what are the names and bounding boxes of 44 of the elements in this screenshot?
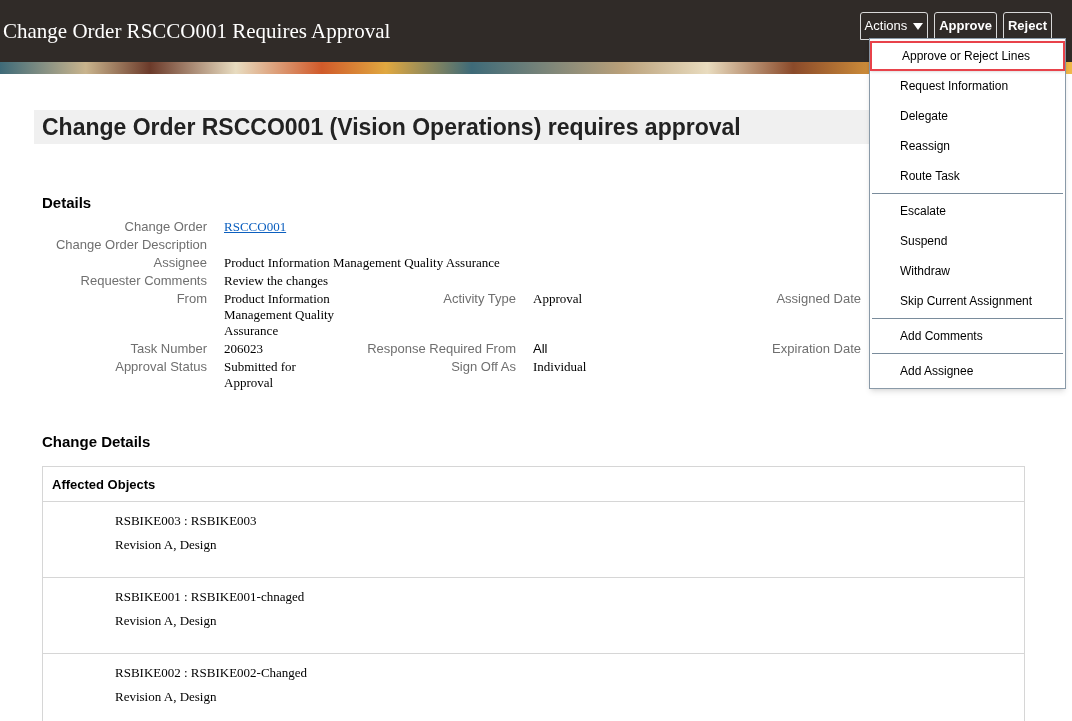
field-label: Response Required From bbox=[366, 340, 516, 358]
menu-item[interactable]: Escalate bbox=[870, 196, 1065, 226]
field-value: Approval bbox=[533, 290, 583, 308]
menu-item[interactable]: Request Information bbox=[870, 71, 1065, 101]
change-order-link[interactable]: RSCCO001 bbox=[224, 218, 287, 237]
menu-item[interactable]: Add Assignee bbox=[870, 356, 1065, 386]
menu-item[interactable]: Skip Current Assignment bbox=[870, 286, 1065, 316]
field-value: 206023 bbox=[224, 340, 263, 358]
menu-item[interactable]: Withdraw bbox=[870, 256, 1065, 286]
section-heading: Change Details bbox=[42, 431, 151, 452]
field-label: From bbox=[175, 290, 207, 308]
field-label: Activity Type bbox=[442, 290, 516, 308]
field-label: Change Order Description bbox=[54, 236, 207, 254]
panel-title: Affected Objects bbox=[43, 467, 1024, 502]
object-name: RSBIKE002 : RSBIKE002-Changed bbox=[115, 664, 309, 682]
field-value: Review the changes bbox=[224, 272, 328, 290]
object-name: RSBIKE003 : RSBIKE003 bbox=[115, 512, 258, 530]
field-label: Assigned Date bbox=[775, 290, 861, 308]
menu-item[interactable]: Delegate bbox=[870, 101, 1065, 131]
actions-button[interactable]: Actions bbox=[859, 12, 929, 40]
menu-item[interactable]: Add Comments bbox=[870, 321, 1065, 351]
object-name: RSBIKE001 : RSBIKE001-chnaged bbox=[115, 588, 306, 606]
field-value: All bbox=[533, 340, 548, 358]
field-value: Product Information Management Quality Assurance bbox=[224, 290, 336, 340]
menu-item[interactable]: Approve or Reject Lines bbox=[870, 41, 1065, 71]
field-label: Sign Off As bbox=[450, 358, 516, 376]
field-value: Submitted for Approval bbox=[224, 358, 297, 392]
field-label: Change Order bbox=[123, 218, 207, 236]
field-label: Task Number bbox=[129, 340, 207, 358]
caret-icon bbox=[913, 22, 924, 30]
menu-item[interactable]: Route Task bbox=[870, 161, 1065, 191]
object-revision: Revision A, Design bbox=[115, 688, 218, 706]
object-revision: Revision A, Design bbox=[115, 612, 218, 630]
object-revision: Revision A, Design bbox=[115, 536, 218, 554]
field-value: Product Information Management Quality Assurance bbox=[224, 254, 500, 272]
section-heading: Details bbox=[42, 193, 92, 213]
field-label: Requester Comments bbox=[79, 272, 207, 290]
page-title: Change Order RSCCO001 Requires Approval bbox=[2, 18, 391, 45]
menu-item[interactable]: Suspend bbox=[870, 226, 1065, 256]
field-label: Assignee bbox=[152, 254, 207, 272]
menu-item[interactable]: Reassign bbox=[870, 131, 1065, 161]
field-value: Individual bbox=[533, 358, 587, 376]
field-label: Expiration Date bbox=[771, 340, 861, 358]
field-label: Approval Status bbox=[114, 358, 207, 376]
